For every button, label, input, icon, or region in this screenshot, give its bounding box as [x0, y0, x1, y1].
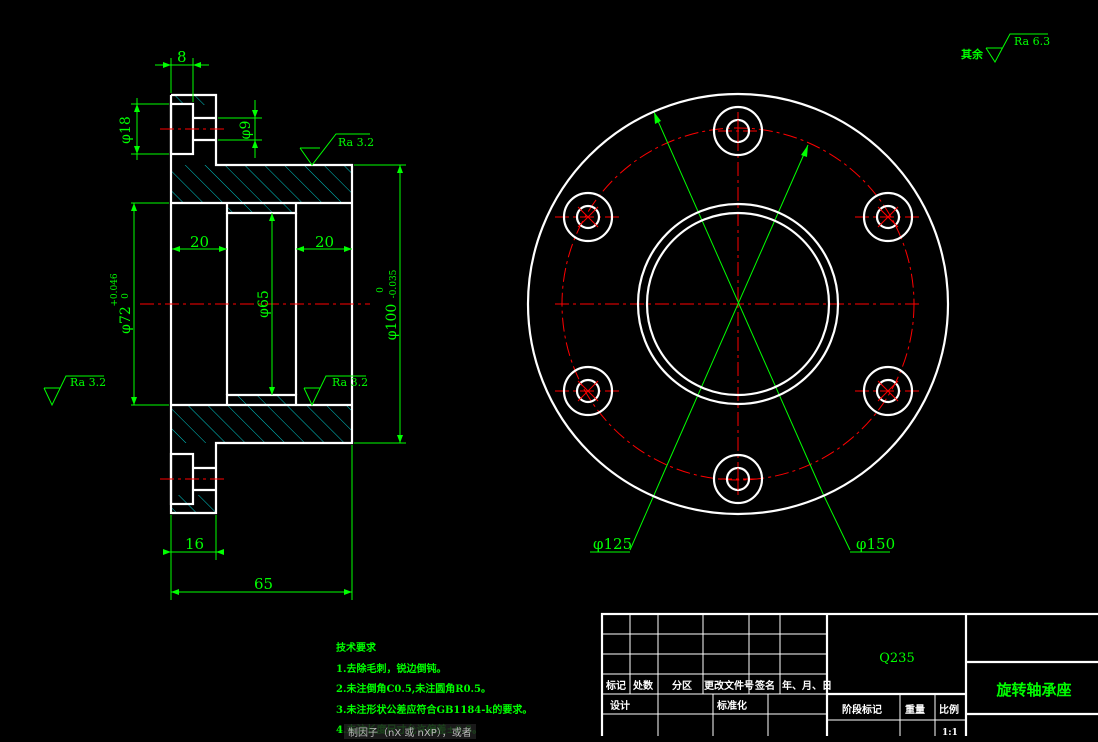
- dim-dia72: φ72: [118, 306, 134, 334]
- dim-dia150: φ150: [856, 535, 895, 553]
- dim-dia9: φ9: [238, 121, 254, 140]
- dim-bottom-16: 16: [185, 535, 204, 553]
- dim-dia65: φ65: [256, 290, 272, 318]
- th-mark: 标记: [605, 679, 626, 692]
- surface-note-value: Ra 6.3: [1014, 35, 1050, 48]
- dim-right-20: 20: [315, 233, 334, 251]
- th-doc: 更改文件号: [704, 679, 754, 692]
- tech-item: 3.未注形状公差应符合GB1184-k的要求。: [336, 704, 533, 716]
- dim-dia100-tol-upper: 0: [376, 287, 386, 293]
- tech-title: 技术要求: [336, 643, 376, 654]
- part-name: 旋转轴承座: [995, 681, 1071, 699]
- cad-drawing: 8 φ18 φ9 Ra 3.2 20 20 φ65 φ72 +0.046 0 φ…: [43, 33, 1098, 736]
- material-label: Q235: [879, 651, 914, 666]
- dim-dia72-tol-lower: 0: [121, 293, 131, 299]
- ra-top-label: Ra 3.2: [338, 136, 374, 149]
- dim-dia100: φ100: [384, 304, 400, 341]
- surface-note-prefix: 其余: [961, 47, 984, 61]
- tech-item: 2.未注倒角C0.5,未注圆角R0.5。: [336, 684, 491, 695]
- dim-dia72-tol-upper: +0.046: [110, 273, 120, 307]
- th-zone: 分区: [672, 679, 692, 692]
- row-standard: 标准化: [716, 699, 747, 712]
- ime-overlay-text: 制因子（nX 或 nXP），或者: [344, 724, 476, 739]
- ra-bottom-label: Ra 3.2: [332, 376, 368, 389]
- th-count: 处数: [632, 679, 654, 692]
- front-view: φ125 φ150: [526, 92, 950, 553]
- dim-dia100-tol-lower: -0.035: [389, 269, 399, 298]
- dim-dia18: φ18: [118, 116, 134, 144]
- ra-left-label: Ra 3.2: [70, 376, 106, 389]
- th-date: 年、月、日: [782, 679, 832, 692]
- row-design: 设计: [610, 699, 630, 712]
- dim-left-20: 20: [190, 233, 209, 251]
- scale-label: 比例: [939, 703, 959, 716]
- stage-mark: 阶段标记: [842, 703, 882, 716]
- dim-dia125: φ125: [593, 535, 632, 553]
- section-view: 8 φ18 φ9 Ra 3.2 20 20 φ65 φ72 +0.046 0 φ…: [43, 33, 1048, 600]
- th-sign: 签名: [754, 679, 775, 692]
- hatch-bottom: [172, 395, 352, 443]
- hatch-top: [172, 165, 352, 213]
- dim-top-width: 8: [177, 48, 187, 66]
- scale-value: 1:1: [942, 728, 958, 736]
- weight-label: 重量: [905, 703, 925, 716]
- title-block: Q235 旋转轴承座 标记 处数 分区 更改文件号 签名 年、月、日 设计 标准…: [600, 612, 1098, 736]
- tech-item: 1.去除毛刺，锐边倒钝。: [336, 663, 447, 675]
- dim-bottom-65: 65: [254, 575, 273, 593]
